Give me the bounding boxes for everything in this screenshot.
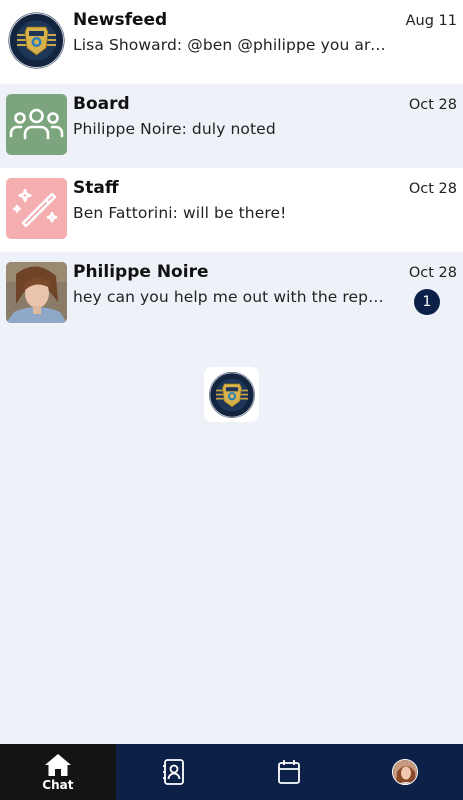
conversation-date: Oct 28 (408, 97, 457, 113)
conversation-title: Board (73, 94, 130, 114)
contacts-icon (162, 759, 184, 785)
conversation-preview: Lisa Showard: @ben @philippe you are goi… (73, 36, 393, 54)
users-group-icon (6, 94, 67, 155)
conversation-list: Newsfeed Lisa Showard: @ben @philippe yo… (0, 0, 463, 336)
nav-contacts[interactable] (116, 744, 232, 800)
nav-profile[interactable] (347, 744, 463, 800)
unread-count-badge: 1 (414, 289, 440, 315)
conversation-date: Aug 11 (405, 13, 457, 29)
nav-chat[interactable]: Chat (0, 744, 116, 800)
conversation-preview: Ben Fattorini: will be there! (73, 204, 287, 222)
nav-calendar[interactable] (232, 744, 348, 800)
conversation-philippe-noire[interactable]: Philippe Noire hey can you help me out w… (0, 252, 463, 336)
conversation-preview: Philippe Noire: duly noted (73, 120, 276, 138)
police-badge-logo (6, 10, 67, 71)
user-photo (6, 262, 67, 323)
conversation-title: Newsfeed (73, 10, 168, 30)
conversation-staff[interactable]: Staff Ben Fattorini: will be there! Oct … (0, 168, 463, 252)
calendar-icon (278, 760, 301, 784)
conversation-title: Staff (73, 178, 119, 198)
conversation-preview: hey can you help me out with the report? (73, 288, 393, 306)
conversation-date: Oct 28 (408, 181, 457, 197)
conversation-board[interactable]: Board Philippe Noire: duly noted Oct 28 (0, 84, 463, 168)
police-badge-logo (204, 367, 259, 422)
nav-chat-label: Chat (42, 777, 74, 792)
conversation-newsfeed[interactable]: Newsfeed Lisa Showard: @ben @philippe yo… (0, 0, 463, 84)
conversation-date: Oct 28 (408, 265, 457, 281)
conversation-title: Philippe Noire (73, 262, 209, 282)
profile-avatar (392, 759, 419, 785)
home-icon (44, 753, 71, 776)
magic-wand-icon (6, 178, 67, 239)
bottom-navigation: Chat (0, 744, 463, 800)
